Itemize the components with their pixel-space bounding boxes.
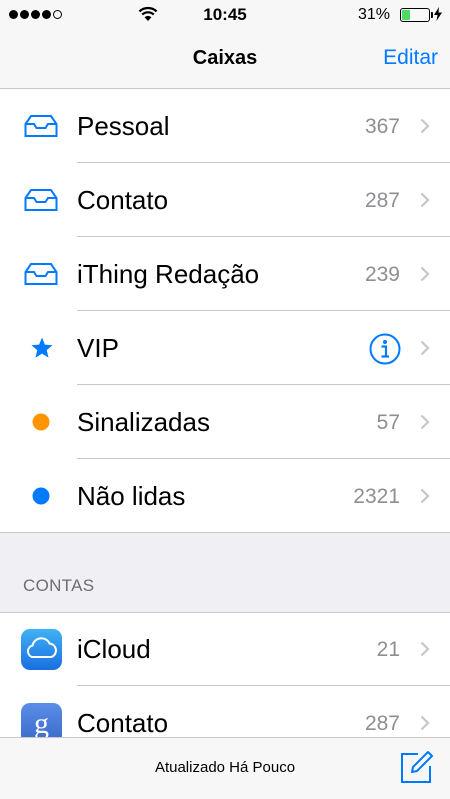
section-title: CONTAS [23, 576, 95, 595]
orange-dot-icon [32, 408, 68, 436]
mailbox-row-pessoal[interactable]: Pessoal 367 [0, 89, 450, 163]
navigation-bar: Caixas Editar [0, 30, 450, 89]
mailbox-row-contato[interactable]: Contato 287 [0, 163, 450, 237]
mailbox-row-sinalizadas[interactable]: Sinalizadas 57 [0, 385, 450, 459]
chevron-right-icon [420, 414, 430, 430]
mailbox-row-nao-lidas[interactable]: Não lidas 2321 [0, 459, 450, 533]
chevron-right-icon [420, 118, 430, 134]
inbox-tray-icon [24, 112, 60, 140]
status-bar: 10:45 31% [0, 0, 450, 30]
account-row-contato[interactable]: g Contato 287 [0, 686, 450, 737]
chevron-right-icon [420, 641, 430, 657]
charging-bolt-icon [434, 7, 442, 21]
google-icon: g [21, 703, 62, 737]
mailbox-count: 287 [364, 189, 400, 212]
chevron-right-icon [420, 266, 430, 282]
update-status: Atualizado Há Pouco [154, 759, 296, 776]
mailbox-count: 239 [364, 263, 400, 286]
inbox-tray-icon [24, 260, 60, 288]
accounts-list: iCloud 21 g Contato 287 [0, 612, 450, 737]
chevron-right-icon [420, 192, 430, 208]
mailbox-label: Não lidas [77, 481, 186, 511]
info-icon[interactable] [369, 333, 401, 365]
mailbox-count: 57 [376, 411, 400, 434]
chevron-right-icon [420, 715, 430, 731]
mailbox-count: 2321 [353, 485, 400, 508]
bottom-toolbar: Atualizado Há Pouco [0, 737, 450, 799]
mailbox-count: 367 [364, 115, 400, 138]
mailbox-label: Sinalizadas [77, 407, 210, 437]
battery-icon [400, 8, 433, 22]
mailboxes-list: Pessoal 367 Contato 287 iThing Redação 2… [0, 89, 450, 533]
chevron-right-icon [420, 340, 430, 356]
account-count: 287 [364, 712, 400, 735]
mailbox-label: Contato [77, 185, 169, 215]
account-count: 21 [376, 638, 400, 661]
account-label: iCloud [77, 634, 151, 664]
mailbox-row-ithing-redacao[interactable]: iThing Redação 239 [0, 237, 450, 311]
accounts-section-header: CONTAS [0, 532, 450, 612]
icloud-icon [21, 629, 62, 670]
battery-level [402, 10, 410, 20]
mailbox-label: iThing Redação [77, 259, 260, 289]
account-label: Contato [77, 708, 169, 737]
star-icon [30, 334, 66, 362]
account-row-icloud[interactable]: iCloud 21 [0, 612, 450, 686]
mailbox-label: Pessoal [77, 111, 170, 141]
compose-icon[interactable] [400, 750, 434, 784]
edit-button[interactable]: Editar [383, 46, 438, 70]
chevron-right-icon [420, 488, 430, 504]
inbox-tray-icon [24, 186, 60, 214]
blue-dot-icon [32, 482, 68, 510]
battery-percent: 31% [357, 6, 390, 23]
mailbox-label: VIP [77, 333, 119, 363]
svg-text:g: g [34, 707, 49, 737]
mailbox-row-vip[interactable]: VIP [0, 311, 450, 385]
